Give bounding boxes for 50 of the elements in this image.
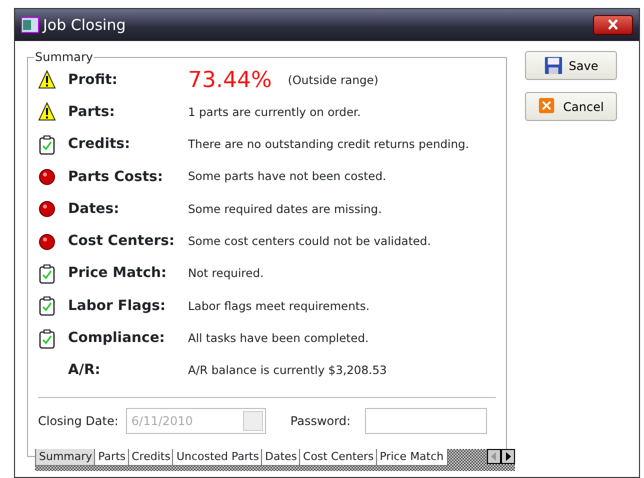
- error-ball-icon: [38, 199, 56, 220]
- clipboard-check-icon: [38, 328, 56, 349]
- password-label: Password:: [290, 412, 350, 430]
- row-label: Price Match:: [68, 264, 168, 284]
- profit-value: 73.44%: [188, 66, 272, 95]
- window-app-icon: [21, 17, 39, 33]
- row-value: There are no outstanding credit returns pending.: [188, 136, 469, 154]
- row-label: A/R:: [68, 361, 102, 380]
- window-title: Job Closing: [43, 14, 126, 36]
- row-value: Some required dates are missing.: [188, 200, 382, 218]
- tab[interactable]: Uncosted Parts: [172, 449, 263, 466]
- warning-icon: [38, 70, 56, 90]
- row-value: Some parts have not been costed.: [188, 168, 386, 186]
- row-label: Credits:: [68, 135, 132, 154]
- error-ball-icon: [38, 167, 56, 188]
- scroll-left-icon[interactable]: [487, 449, 501, 464]
- row-label: Labor Flags:: [68, 296, 167, 316]
- row-label: Parts:: [68, 102, 116, 122]
- closing-date-label: Closing Date:: [38, 412, 118, 430]
- cancel-button[interactable]: Cancel: [525, 92, 617, 121]
- tab[interactable]: Parts: [94, 449, 130, 466]
- password-field[interactable]: [364, 408, 486, 434]
- row-value: Not required.: [188, 265, 264, 282]
- row-value: Some cost centers could not be validated.: [188, 233, 431, 250]
- save-icon: [544, 56, 563, 75]
- group-title: Summary: [34, 49, 94, 65]
- row-value: 1 parts are currently on order.: [188, 104, 361, 121]
- clipboard-check-icon: [38, 264, 56, 284]
- tab[interactable]: Summary: [35, 449, 96, 466]
- save-button[interactable]: Save: [525, 51, 617, 80]
- tab[interactable]: Dates: [260, 449, 302, 466]
- error-ball-icon: [38, 232, 56, 252]
- row-label: Parts Costs:: [68, 168, 164, 187]
- range-note: (Outside range): [288, 72, 378, 89]
- close-icon: [607, 18, 619, 30]
- tab[interactable]: Price Match: [376, 449, 448, 466]
- clipboard-check-icon: [38, 296, 56, 316]
- close-button[interactable]: [593, 15, 633, 35]
- row-label: Profit:: [68, 70, 118, 90]
- row-value: Labor flags meet requirements.: [188, 298, 370, 315]
- row-label: Compliance:: [68, 329, 166, 348]
- tab[interactable]: Cost Centers: [299, 449, 378, 466]
- tab[interactable]: Credits: [128, 449, 174, 466]
- row-value: A/R balance is currently $3,208.53: [188, 362, 387, 380]
- warning-icon: [38, 102, 56, 122]
- row-label: Cost Centers:: [68, 232, 176, 252]
- clipboard-check-icon: [38, 134, 56, 155]
- scroll-right-icon[interactable]: [501, 449, 515, 464]
- row-label: Dates:: [68, 200, 120, 219]
- row-value: All tasks have been completed.: [188, 330, 369, 347]
